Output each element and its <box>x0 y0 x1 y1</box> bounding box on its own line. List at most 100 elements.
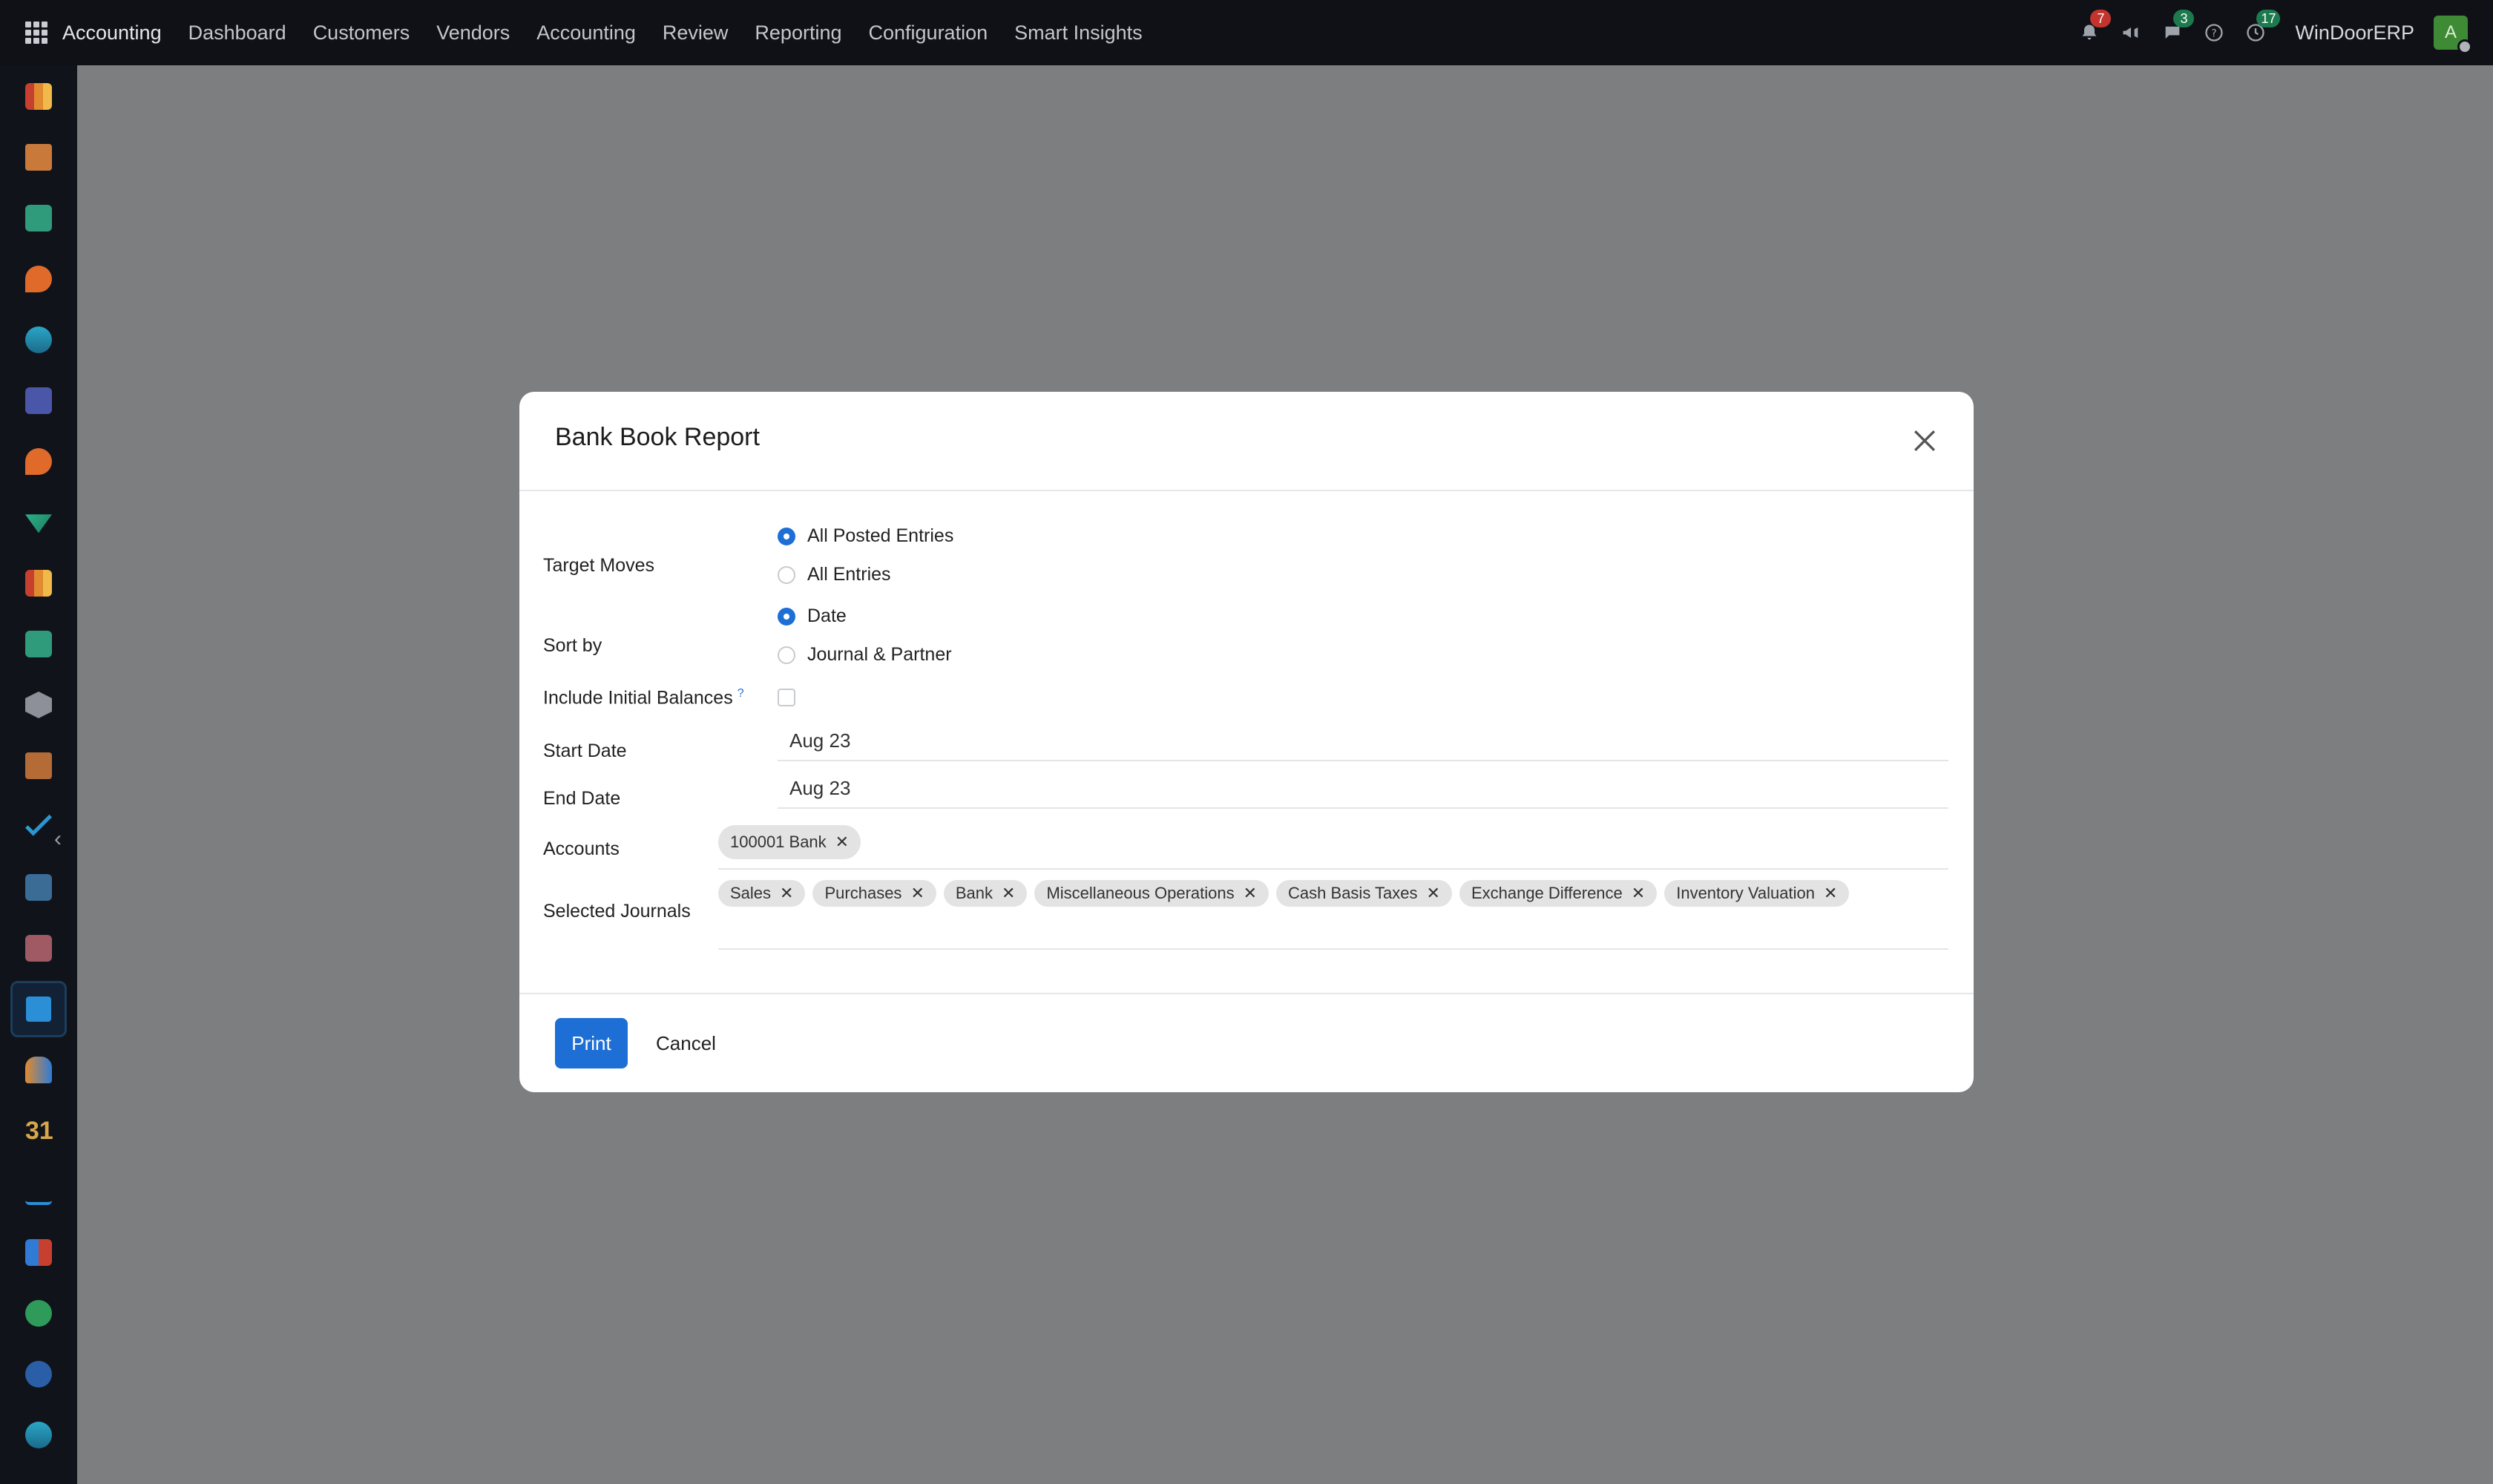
clock-icon[interactable]: 17 <box>2243 10 2281 45</box>
company-switcher[interactable]: WinDoorERP <box>2295 22 2414 45</box>
nav-smart-insights[interactable]: Smart Insights <box>1014 22 1143 45</box>
dialog-header: Bank Book Report <box>519 392 1974 491</box>
journal-tag-sales: Sales ✕ <box>718 880 806 907</box>
compass-icon[interactable] <box>25 1361 52 1388</box>
end-date-input[interactable]: Aug 23 <box>778 769 1948 809</box>
radio-all-entries[interactable]: All Entries <box>778 564 891 585</box>
tag-label: Miscellaneous Operations <box>1046 884 1235 902</box>
globe-icon[interactable] <box>25 326 52 353</box>
nav-review[interactable]: Review <box>663 22 729 45</box>
journal-tag-misc-operations: Miscellaneous Operations ✕ <box>1034 880 1270 907</box>
remove-tag-icon[interactable]: ✕ <box>910 884 924 903</box>
puzzle-icon[interactable] <box>25 144 52 171</box>
nav-accounting[interactable]: Accounting <box>536 22 636 45</box>
radio-sort-journal-partner[interactable]: Journal & Partner <box>778 644 952 666</box>
start-date-input[interactable]: Aug 23 <box>778 721 1948 761</box>
end-date-label: End Date <box>543 788 621 809</box>
remove-tag-icon[interactable]: ✕ <box>1427 884 1440 903</box>
tag-label: Bank <box>955 884 993 902</box>
top-navbar: Accounting Dashboard Customers Vendors A… <box>0 0 2493 65</box>
chat-bubble-icon[interactable] <box>25 448 52 475</box>
chat-bubble-icon[interactable] <box>25 266 52 292</box>
journal-tag-bank: Bank ✕ <box>943 880 1028 907</box>
puzzle-icon[interactable] <box>25 752 52 779</box>
app-sidebar: 31 ‹ <box>0 65 77 1484</box>
tag-label: Sales <box>730 884 772 902</box>
cube-icon[interactable] <box>25 692 52 718</box>
radio-all-posted-entries[interactable]: All Posted Entries <box>778 525 953 547</box>
account-tag: 100001 Bank ✕ <box>718 825 861 859</box>
tag-label: Exchange Difference <box>1471 884 1623 902</box>
globe-icon[interactable] <box>25 1422 52 1448</box>
radio-button-checked[interactable] <box>778 607 795 626</box>
team-icon[interactable] <box>25 1057 52 1083</box>
calendar-icon[interactable]: 31 <box>25 1117 53 1144</box>
cancel-button[interactable]: Cancel <box>647 1018 725 1068</box>
radio-label: All Entries <box>807 564 891 585</box>
dialog-footer: Print Cancel <box>519 994 1974 1091</box>
tag-label: 100001 Bank <box>730 833 827 851</box>
remove-tag-icon[interactable]: ✕ <box>1244 884 1257 903</box>
dialog-body: Target Moves All Posted Entries All Entr… <box>519 491 1974 994</box>
tag-label: Cash Basis Taxes <box>1288 884 1418 902</box>
sign-icon[interactable] <box>25 1178 52 1205</box>
svg-text:?: ? <box>2212 27 2217 39</box>
radio-button-checked[interactable] <box>778 527 795 545</box>
remove-tag-icon[interactable]: ✕ <box>1824 884 1837 903</box>
initial-balances-text: Include Initial Balances <box>543 687 733 709</box>
contacts-icon[interactable] <box>25 205 52 232</box>
radio-label: Journal & Partner <box>807 644 952 665</box>
remove-tag-icon[interactable]: ✕ <box>1632 884 1645 903</box>
selected-journals-label: Selected Journals <box>543 901 691 922</box>
chat-icon[interactable]: 3 <box>2160 10 2195 45</box>
notifications-badge: 7 <box>2090 10 2112 27</box>
nav-reporting[interactable]: Reporting <box>755 22 841 45</box>
help-icon[interactable]: ? <box>2201 20 2227 45</box>
megaphone-icon[interactable] <box>2118 20 2144 45</box>
print-button[interactable]: Print <box>555 1018 628 1068</box>
whatsapp-icon[interactable] <box>25 1300 52 1327</box>
journals-many2many-field[interactable]: Sales ✕ Purchases ✕ Bank ✕ Miscellaneous Opera… <box>718 876 1948 950</box>
nav-customers[interactable]: Customers <box>313 22 410 45</box>
journal-tag-exchange-difference: Exchange Difference ✕ <box>1459 880 1658 907</box>
journal-tag-inventory-valuation: Inventory Valuation ✕ <box>1664 880 1850 907</box>
start-date-label: Start Date <box>543 741 627 761</box>
sort-by-label: Sort by <box>543 635 602 656</box>
bar-chart-icon[interactable] <box>25 83 52 110</box>
target-moves-label: Target Moves <box>543 555 655 576</box>
avatar-letter: A <box>2444 22 2457 42</box>
accounts-many2many-field[interactable]: 100001 Bank ✕ <box>718 819 1948 870</box>
close-icon[interactable] <box>1908 424 1941 457</box>
radio-button[interactable] <box>778 565 795 584</box>
navbar-systray: 7 3 ? 17 WinDoorERP A <box>2060 10 2472 54</box>
remove-tag-icon[interactable]: ✕ <box>835 833 849 852</box>
app-brand[interactable]: Accounting <box>62 22 162 45</box>
check-arrow-icon[interactable] <box>25 514 52 533</box>
nav-configuration[interactable]: Configuration <box>869 22 988 45</box>
tag-label: Purchases <box>824 884 902 902</box>
user-avatar[interactable]: A <box>2434 16 2472 54</box>
sidebar-item-accounting-active[interactable] <box>10 981 67 1037</box>
nav-dashboard[interactable]: Dashboard <box>188 22 286 45</box>
box-icon[interactable] <box>25 935 52 962</box>
help-tooltip-icon[interactable]: ? <box>738 687 744 700</box>
initial-balances-checkbox[interactable] <box>778 689 795 706</box>
bar-chart-icon[interactable] <box>25 570 52 597</box>
remove-tag-icon[interactable]: ✕ <box>780 884 793 903</box>
mail-icon[interactable] <box>25 387 52 414</box>
accounting-icon <box>26 997 51 1022</box>
messages-badge: 3 <box>2173 10 2195 27</box>
bell-icon[interactable]: 7 <box>2077 10 2112 45</box>
inbox-icon[interactable] <box>25 874 52 901</box>
journal-tag-cash-basis-taxes: Cash Basis Taxes ✕ <box>1276 880 1452 907</box>
radio-sort-date[interactable]: Date <box>778 605 847 627</box>
radio-label: All Posted Entries <box>807 525 954 546</box>
nav-vendors[interactable]: Vendors <box>436 22 510 45</box>
chevron-left-icon[interactable]: ‹ <box>45 822 71 856</box>
apps-grid-icon[interactable] <box>25 22 47 44</box>
contacts-icon[interactable] <box>25 631 52 657</box>
initial-balances-label: Include Initial Balances? <box>543 687 744 709</box>
radio-button[interactable] <box>778 646 795 664</box>
dashboard-icon[interactable] <box>25 1239 52 1266</box>
remove-tag-icon[interactable]: ✕ <box>1002 884 1015 903</box>
